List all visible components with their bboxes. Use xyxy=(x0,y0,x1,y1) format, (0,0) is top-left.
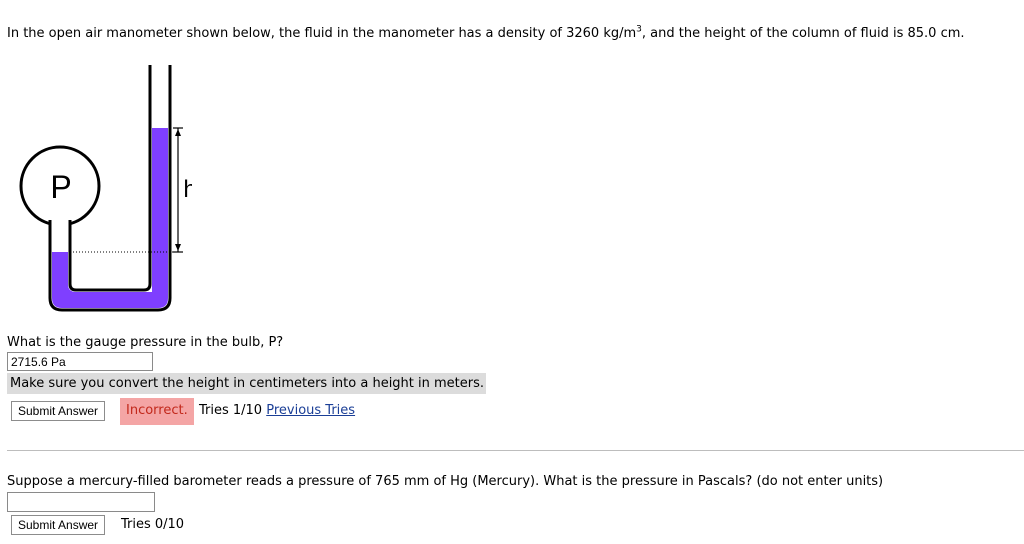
problem-statement: In the open air manometer shown below, t… xyxy=(7,25,965,41)
fluid-left-column xyxy=(52,252,68,298)
question-1-label: What is the gauge pressure in the bulb, … xyxy=(7,335,284,350)
section-divider xyxy=(7,450,1024,451)
problem-text-end: , and the height of the column of fluid … xyxy=(641,26,965,41)
manometer-diagram: P h xyxy=(19,65,192,312)
incorrect-status-badge: Incorrect. xyxy=(120,398,194,425)
tries-count-2: Tries 0/10 xyxy=(121,517,185,532)
hint-message: Make sure you convert the height in cent… xyxy=(7,373,486,394)
submit-answer-button-2[interactable]: Submit Answer xyxy=(11,515,106,535)
bulb-label: P xyxy=(50,169,71,205)
previous-tries-link[interactable]: Previous Tries xyxy=(266,403,355,418)
tries-count-1: Tries 1/10 xyxy=(199,403,263,418)
answer-input-1[interactable]: 2715.6 Pa xyxy=(7,352,153,371)
answer-input-2[interactable] xyxy=(7,492,155,512)
question-2-label: Suppose a mercury-filled barometer reads… xyxy=(7,474,884,489)
height-label: h xyxy=(183,176,192,203)
problem-text-main: In the open air manometer shown below, t… xyxy=(7,26,637,41)
submit-answer-button-1[interactable]: Submit Answer xyxy=(11,401,106,421)
tries-row-1: Tries 1/10 Previous Tries xyxy=(199,398,355,424)
